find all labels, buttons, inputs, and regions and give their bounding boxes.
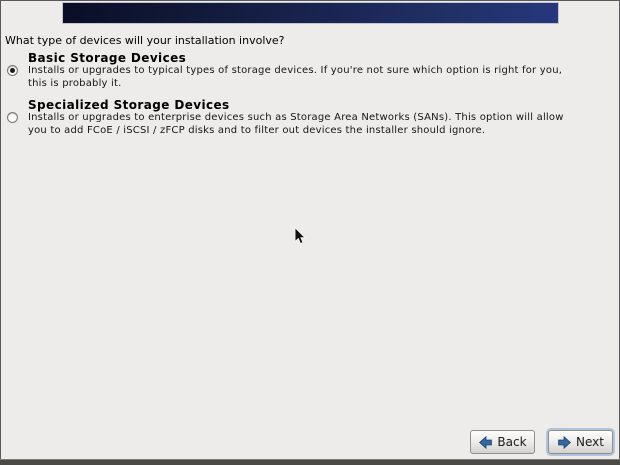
option-basic-title: Basic Storage Devices xyxy=(28,51,187,65)
radio-dot-icon xyxy=(10,68,15,73)
radio-basic-storage[interactable] xyxy=(7,65,18,76)
installer-header-banner xyxy=(62,2,559,24)
option-specialized-title: Specialized Storage Devices xyxy=(28,98,230,112)
description-line: Installs or upgrades to typical types of… xyxy=(28,65,563,76)
next-button[interactable]: Next xyxy=(548,430,613,454)
description-line: you to add FCoE / iSCSI / zFCP disks and… xyxy=(28,124,486,136)
description-line: Installs or upgrades to enterprise devic… xyxy=(28,112,564,123)
back-button[interactable]: Back xyxy=(470,430,535,454)
description-line: this is probably it. xyxy=(28,77,122,89)
question-text: What type of devices will your installat… xyxy=(5,34,285,47)
radio-specialized-storage[interactable] xyxy=(7,112,18,123)
option-basic-storage[interactable]: Basic Storage Devices Installs or upgrad… xyxy=(0,51,620,90)
installer-window: { "window": { "question": "What type of … xyxy=(0,0,620,465)
option-specialized-description: Installs or upgrades to enterprise devic… xyxy=(28,112,620,137)
option-basic-description: Installs or upgrades to typical types of… xyxy=(28,65,620,90)
next-button-label: Next xyxy=(576,435,604,449)
next-arrow-icon xyxy=(558,435,572,449)
back-arrow-icon xyxy=(479,435,493,449)
mouse-cursor-icon xyxy=(294,227,306,245)
option-specialized-storage[interactable]: Specialized Storage Devices Installs or … xyxy=(0,98,620,137)
back-button-label: Back xyxy=(497,435,527,449)
bottom-status-bar xyxy=(0,459,620,465)
